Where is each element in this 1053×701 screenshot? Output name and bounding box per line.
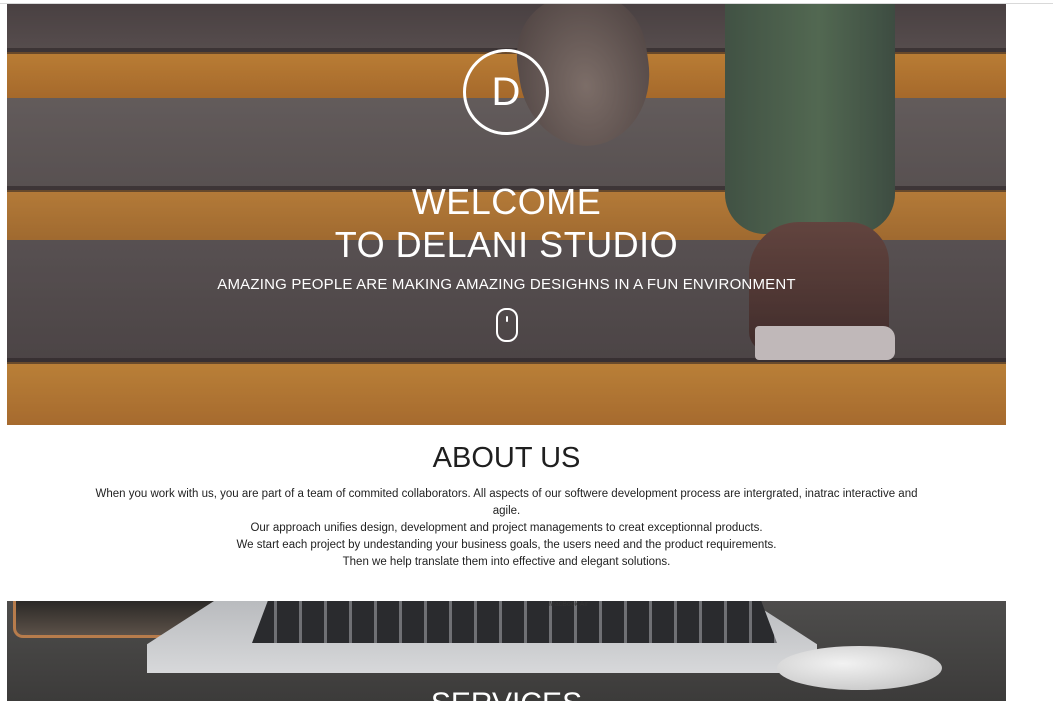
about-paragraph: Then we help translate them into effecti… — [342, 556, 671, 568]
about-text: When you work with us, you are part of a… — [95, 486, 918, 571]
mouse-scroll-icon[interactable] — [496, 308, 518, 342]
services-title: SERVICES — [7, 687, 1006, 701]
computer-mouse-image — [777, 646, 942, 690]
hero-content: D WELCOME TO DELANI STUDIO AMAZING PEOPL… — [7, 4, 1006, 425]
laptop-keyboard-image — [252, 601, 777, 643]
hero-section: D WELCOME TO DELANI STUDIO AMAZING PEOPL… — [7, 4, 1006, 425]
hero-title-line2: TO DELANI STUDIO — [334, 224, 679, 265]
about-paragraph: When you work with us, you are part of a… — [95, 488, 918, 517]
logo[interactable]: D — [463, 49, 549, 135]
logo-letter: D — [491, 69, 521, 114]
about-title: ABOUT US — [432, 442, 581, 474]
hero-title-line1: WELCOME — [411, 181, 602, 222]
about-paragraph: Our approach unifies design, development… — [250, 522, 763, 534]
about-section: ABOUT US When you work with us, you are … — [7, 425, 1006, 601]
hero-subtitle: AMAZING PEOPLE ARE MAKING AMAZING DESIGH… — [217, 276, 796, 293]
laptop-brand-label: MacBook Air — [549, 601, 589, 608]
about-paragraph: We start each project by undestanding yo… — [236, 539, 777, 551]
services-section: MacBook Air SERVICES — [7, 601, 1006, 701]
